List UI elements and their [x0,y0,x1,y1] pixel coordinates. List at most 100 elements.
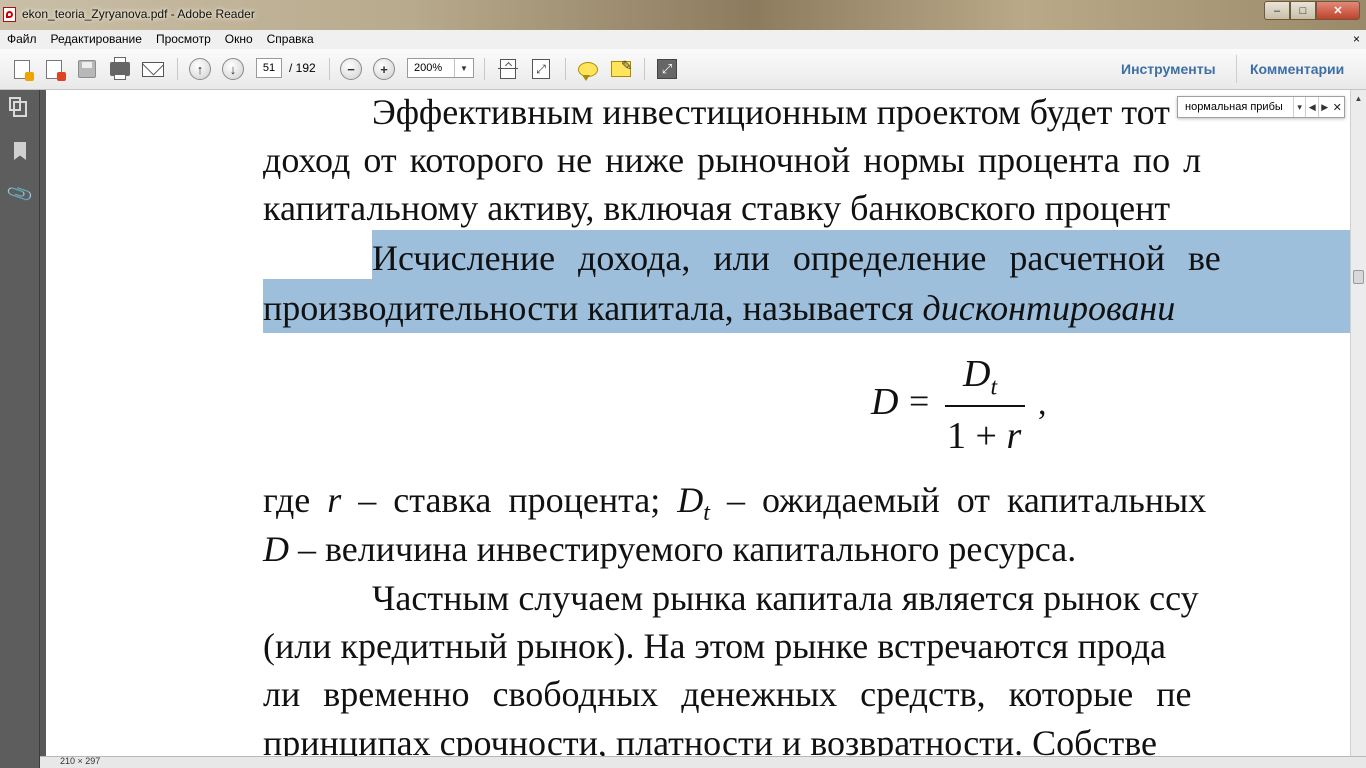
arrow-up-icon: ↑ [189,58,211,80]
edit-pdf-icon [46,59,66,81]
formula-den-const: 1 + [947,415,997,457]
text-line: Исчисление дохода, или определение расче… [372,238,1221,278]
scroll-up-arrow-icon[interactable]: ▲ [1351,90,1366,106]
title-bar: ekon_teoria_Zyryanova.pdf - Adobe Reader… [0,0,1366,30]
formula-denominator: 1 + r [947,414,1021,458]
text-line: D – величина инвестируемого капитального… [263,525,1076,573]
save-icon [78,60,96,78]
next-page-button[interactable]: ↓ [221,57,245,81]
menu-close-icon[interactable]: × [1353,30,1360,49]
find-previous-button[interactable]: ◀ [1305,97,1318,117]
fit-width-icon [498,59,518,79]
var-r: r [327,480,342,520]
toolbar-separator [484,58,485,80]
fit-page-button[interactable] [529,57,553,81]
fit-page-icon [532,59,550,79]
menu-help[interactable]: Справка [260,30,321,49]
scrollbar-thumb[interactable] [1353,270,1364,284]
formula-comma: , [1038,385,1047,422]
fit-width-button[interactable] [496,57,520,81]
toolbar-separator [329,58,330,80]
find-toolbar: нормальная прибы ▾ ◀ ▶ ✕ [1177,96,1345,118]
chevron-down-icon[interactable]: ▼ [454,59,473,77]
minus-icon: − [340,58,362,80]
text-line: Эффективным инвестиционным проектом буде… [372,92,1170,132]
italic-term: дисконтировани [922,288,1176,328]
text-segment: где [263,480,311,520]
text-segment: производительности капитала, называется [263,288,914,328]
vertical-scrollbar[interactable]: ▲ [1350,90,1366,756]
discount-formula: D = Dt 1 + r , [871,352,1071,462]
minimize-button[interactable]: – [1264,1,1290,20]
text-segment: – величина инвестируемого капитального р… [298,529,1077,569]
pages-icon [9,97,27,117]
var-t: t [703,500,710,527]
plus-icon: + [373,58,395,80]
create-pdf-icon [14,59,34,81]
page-size-readout: 210 × 297 [60,756,101,766]
text-line: принципах срочности, платности и возврат… [263,723,1157,756]
var-dt: Dt [677,480,710,526]
pdf-page: Эффективным инвестиционным проектом буде… [46,90,1350,756]
find-options-chevron-icon[interactable]: ▾ [1292,97,1306,117]
maximize-button[interactable]: □ [1290,1,1316,20]
page-number-input[interactable]: 51 [256,58,282,78]
text-line: (или кредитный рынок). На этом рынке вст… [263,626,1167,666]
arrow-down-icon: ↓ [222,58,244,80]
toolbar-separator [177,58,178,80]
find-input[interactable]: нормальная прибы [1178,101,1293,113]
menu-file[interactable]: Файл [0,30,44,49]
zoom-select[interactable]: 200% ▼ [407,58,474,78]
email-button[interactable] [141,57,165,81]
highlight-button[interactable] [609,57,633,81]
close-button[interactable]: ✕ [1316,1,1360,20]
var-d: D [263,529,289,569]
edit-pdf-button[interactable] [42,57,66,81]
zoom-in-button[interactable]: + [372,57,396,81]
tools-pane-button[interactable]: Инструменты [1121,61,1216,77]
menu-edit[interactable]: Редактирование [44,30,149,49]
zoom-value: 200% [414,62,443,74]
document-viewport[interactable]: Эффективным инвестиционным проектом буде… [40,90,1350,756]
formula-num-var: D [963,353,991,395]
zoom-out-button[interactable]: − [339,57,363,81]
page-total: / 192 [289,61,316,75]
bookmark-icon [14,142,26,160]
find-next-button[interactable]: ▶ [1317,97,1331,117]
menu-view[interactable]: Просмотр [149,30,218,49]
menu-window[interactable]: Окно [218,30,260,49]
formula-den-var: r [1006,415,1022,457]
bookmarks-button[interactable] [10,140,30,162]
formula-numerator: Dt [963,352,997,402]
print-icon [110,57,130,80]
toolbar-separator [1236,55,1237,83]
prev-page-button[interactable]: ↑ [188,57,212,81]
status-bar: 210 × 297 [40,756,1366,768]
paperclip-icon: 📎 [5,179,35,208]
page-thumbnails-button[interactable] [9,97,30,120]
print-button[interactable] [108,57,132,81]
var-d: D [677,480,704,520]
save-button[interactable] [75,57,99,81]
comment-icon [578,61,598,81]
mail-icon [142,61,164,77]
text-segment: – ожидаемый от капитальных [726,480,1207,520]
text-line: производительности капитала, называется … [263,284,1175,332]
comments-pane-button[interactable]: Комментарии [1250,61,1344,77]
full-screen-button[interactable]: ⤢ [655,57,679,81]
toolbar-separator [644,58,645,80]
find-close-icon[interactable]: ✕ [1331,97,1344,117]
expand-icon: ⤢ [657,59,677,79]
add-comment-button[interactable] [576,57,600,81]
pdf-app-icon[interactable] [3,7,16,22]
menu-bar: Файл Редактирование Просмотр Окно Справк… [0,30,1366,49]
formula-num-sub: t [990,374,998,401]
text-segment: – ставка процента; [358,480,661,520]
create-pdf-button[interactable] [10,57,34,81]
text-line: доход от которого не ниже рыночной нормы… [263,140,1202,180]
fraction-bar [945,405,1025,407]
attachments-button[interactable]: 📎 [5,179,34,208]
window-title: ekon_teoria_Zyryanova.pdf - Adobe Reader [22,7,255,21]
formula-lhs: D [871,381,899,423]
formula-equals: = [909,381,930,421]
